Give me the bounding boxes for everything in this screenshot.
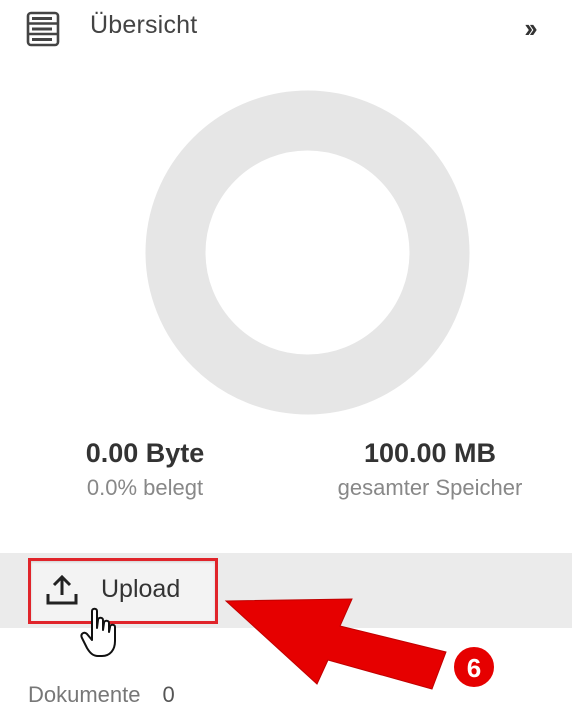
panel-title: Übersicht <box>90 11 198 39</box>
panel-header: Übersicht ›› <box>0 0 572 56</box>
storage-donut-chart <box>145 90 470 415</box>
documents-label: Dokumente <box>28 682 141 707</box>
step-badge: 6 <box>452 645 496 689</box>
documents-count-value: 0 <box>162 682 175 707</box>
server-stack-icon <box>26 11 60 47</box>
donut-slice-frei <box>145 90 470 415</box>
upload-icon <box>46 574 78 605</box>
step-number: 6 <box>467 653 481 683</box>
upload-label: Upload <box>101 575 181 603</box>
used-storage-caption: 0.0% belegt <box>86 475 204 500</box>
collapse-panel-button[interactable]: ›› <box>510 10 548 46</box>
total-storage-value: 100.00 MB <box>363 438 497 468</box>
documents-count: Dokumente 0 <box>28 682 175 708</box>
upload-button[interactable]: Upload <box>28 558 218 624</box>
used-storage-value: 0.00 Byte <box>85 438 205 468</box>
total-storage-stat: 100.00 MB gesamter Speicher <box>295 437 565 503</box>
double-chevron-right-icon: ›› <box>524 12 537 43</box>
used-storage-stat: 0.00 Byte 0.0% belegt <box>40 437 250 503</box>
total-storage-caption: gesamter Speicher <box>337 475 523 500</box>
